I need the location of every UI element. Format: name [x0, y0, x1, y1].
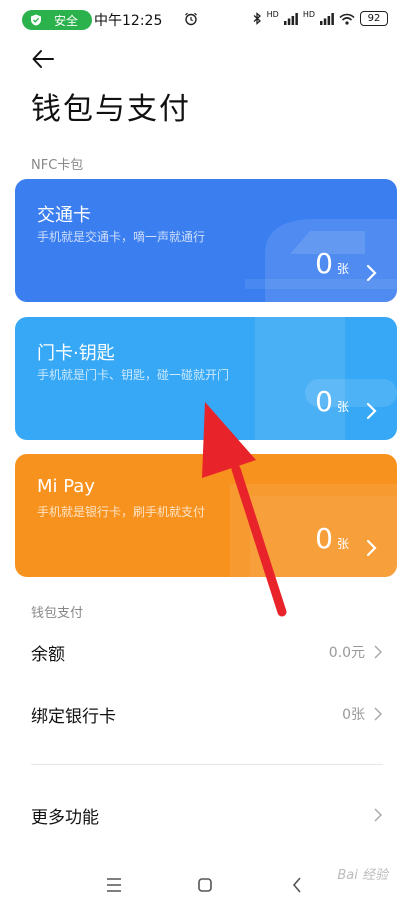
card-count-unit: 张 [336, 537, 349, 551]
status-bar: 安全 中午12:25 HD HD 92 [0, 0, 410, 36]
card-count-value: 0 [315, 522, 333, 555]
chevron-right-icon [366, 539, 377, 557]
wallet-section-label: 钱包支付 [31, 606, 84, 621]
back-icon[interactable] [286, 874, 310, 896]
card-count: 0 张 [315, 522, 349, 555]
bind-bank-card-row[interactable]: 绑定银行卡 0张 [31, 694, 383, 734]
home-icon[interactable] [193, 874, 217, 896]
mi-pay-card[interactable]: Mi Pay 手机就是银行卡，刷手机就支付 0 张 [15, 454, 397, 577]
signal-icon-2 [320, 12, 334, 25]
card-count-unit: 张 [336, 400, 349, 414]
chevron-right-icon [374, 808, 383, 822]
door-decoration [255, 317, 397, 440]
clock: 中午12:25 [94, 13, 163, 29]
network-type-2: HD [302, 10, 315, 19]
row-value-group [373, 807, 383, 823]
bluetooth-icon [253, 12, 261, 25]
balance-value: 0.0元 [328, 645, 365, 661]
row-label: 绑定银行卡 [31, 706, 116, 727]
battery-level: 92 [367, 13, 381, 24]
card-title: 交通卡 [37, 205, 91, 226]
wifi-icon [339, 13, 355, 25]
divider [31, 764, 383, 765]
card-subtitle: 手机就是交通卡，嘀一声就通行 [37, 230, 206, 244]
chevron-right-icon [366, 402, 377, 420]
card-count-value: 0 [315, 385, 333, 418]
battery-indicator: 92 [360, 11, 388, 26]
system-icons: HD HD 92 [253, 10, 388, 26]
row-label: 更多功能 [31, 807, 99, 828]
menu-icon[interactable] [102, 874, 126, 896]
row-label: 余额 [31, 644, 65, 665]
card-subtitle: 手机就是门卡、钥匙，碰一碰就开门 [37, 368, 230, 382]
network-type-1: HD [266, 10, 279, 19]
row-value-group: 0.0元 [329, 642, 383, 662]
card-count: 0 张 [315, 247, 349, 280]
card-title: Mi Pay [37, 476, 95, 497]
transit-card[interactable]: 交通卡 手机就是交通卡，嘀一声就通行 0 张 [15, 179, 397, 302]
signal-icon-1 [283, 12, 298, 25]
balance-row[interactable]: 余额 0.0元 [31, 632, 383, 672]
train-decoration [245, 219, 397, 302]
chevron-right-icon [374, 645, 383, 659]
alarm-icon [185, 12, 197, 26]
row-value-group: 0张 [342, 704, 383, 724]
chevron-right-icon [374, 707, 383, 721]
bank-card-count: 0张 [342, 707, 365, 723]
card-count: 0 张 [315, 385, 349, 418]
back-arrow-icon[interactable] [31, 48, 55, 70]
security-label: 安全 [54, 13, 79, 28]
watermark: Bai 经验 [337, 868, 388, 883]
chevron-right-icon [366, 264, 377, 282]
card-title: 门卡·钥匙 [37, 343, 115, 364]
card-subtitle: 手机就是银行卡，刷手机就支付 [37, 505, 206, 519]
nfc-section-label: NFC卡包 [31, 158, 84, 173]
security-badge: 安全 [22, 10, 92, 30]
card-count-unit: 张 [336, 262, 349, 276]
card-count-value: 0 [315, 247, 333, 280]
door-key-card[interactable]: 门卡·钥匙 手机就是门卡、钥匙，碰一碰就开门 0 张 [15, 317, 397, 440]
bank-card-decoration [230, 484, 397, 577]
shield-icon [31, 14, 41, 26]
more-features-row[interactable]: 更多功能 [31, 795, 383, 835]
page-title: 钱包与支付 [31, 92, 191, 127]
